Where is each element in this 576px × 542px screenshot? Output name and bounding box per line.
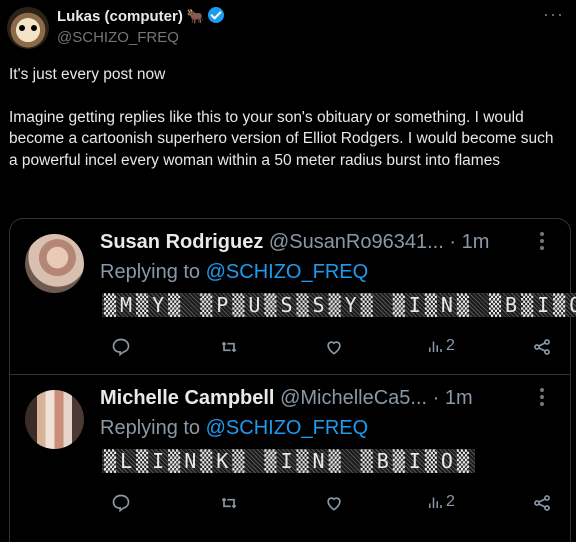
reply-header: Susan Rodriguez @SusanRo96341... · 1m	[100, 231, 489, 254]
post-header: Lukas (computer) 🐂 @SCHIZO_FREQ ···	[0, 0, 576, 60]
reply-actions: 2	[100, 493, 560, 515]
reply-avatar[interactable]	[25, 234, 84, 293]
like-heart-icon[interactable]	[324, 337, 344, 357]
views-stat[interactable]: 2	[426, 493, 455, 511]
reply-icon[interactable]	[111, 493, 131, 513]
reply-text: ▒L▒I▒N▒K▒ ▒I▒N▒ ▒B▒I▒O▒	[102, 449, 475, 473]
author-name[interactable]: Lukas (computer)	[57, 8, 183, 25]
retweet-icon[interactable]	[218, 337, 240, 357]
reply-avatar[interactable]	[25, 390, 84, 449]
replying-to-line: Replying to @SCHIZO_FREQ	[100, 417, 368, 440]
replying-to-mention[interactable]: @SCHIZO_FREQ	[206, 417, 369, 439]
verified-badge-icon[interactable]	[208, 7, 225, 23]
views-count: 2	[446, 337, 455, 354]
author-name-row[interactable]: Lukas (computer) 🐂	[57, 7, 225, 25]
reply-item[interactable]: Susan Rodriguez @SusanRo96341... · 1m Re…	[10, 219, 576, 374]
author-avatar[interactable]	[7, 7, 49, 49]
views-count: 2	[446, 493, 455, 510]
post-paragraph-1: It's just every post now	[9, 66, 166, 83]
retweet-icon[interactable]	[218, 493, 240, 513]
views-stat[interactable]: 2	[426, 337, 455, 355]
reply-actions: 2	[100, 337, 560, 359]
embedded-replies-card: Susan Rodriguez @SusanRo96341... · 1m Re…	[9, 218, 576, 542]
like-heart-icon[interactable]	[324, 493, 344, 513]
reply-timestamp[interactable]: · 1m	[433, 387, 473, 409]
reply-author-handle[interactable]: @MichelleCa5...	[280, 387, 427, 409]
post-paragraph-2: Imagine getting replies like this to you…	[9, 108, 554, 169]
views-bar-chart-icon	[426, 493, 444, 511]
share-icon[interactable]	[532, 493, 552, 513]
reply-text: ▒M▒Y▒ ▒P▒U▒S▒S▒Y▒ ▒I▒N▒ ▒B▒I▒O▒	[102, 293, 576, 317]
replying-to-label: Replying to	[100, 417, 206, 439]
replying-to-label: Replying to	[100, 261, 206, 283]
replying-to-mention[interactable]: @SCHIZO_FREQ	[206, 261, 369, 283]
reply-icon[interactable]	[111, 337, 131, 357]
bull-emoji-icon: 🐂	[186, 8, 205, 24]
post-body: It's just every post now Imagine getting…	[9, 64, 565, 171]
views-bar-chart-icon	[426, 337, 444, 355]
reply-more-options-icon[interactable]	[540, 232, 544, 253]
replying-to-line: Replying to @SCHIZO_FREQ	[100, 261, 368, 284]
author-handle[interactable]: @SCHIZO_FREQ	[57, 29, 179, 46]
reply-author-handle[interactable]: @SusanRo96341...	[269, 231, 444, 253]
reply-author-name[interactable]: Michelle Campbell	[100, 387, 275, 409]
reply-item[interactable]: Michelle Campbell @MichelleCa5... · 1m R…	[10, 375, 570, 530]
reply-author-name[interactable]: Susan Rodriguez	[100, 231, 263, 253]
reply-timestamp[interactable]: · 1m	[449, 231, 489, 253]
more-options-icon[interactable]: ···	[543, 4, 564, 25]
share-icon[interactable]	[532, 337, 552, 357]
reply-header: Michelle Campbell @MichelleCa5... · 1m	[100, 387, 473, 410]
reply-more-options-icon[interactable]	[540, 388, 544, 409]
